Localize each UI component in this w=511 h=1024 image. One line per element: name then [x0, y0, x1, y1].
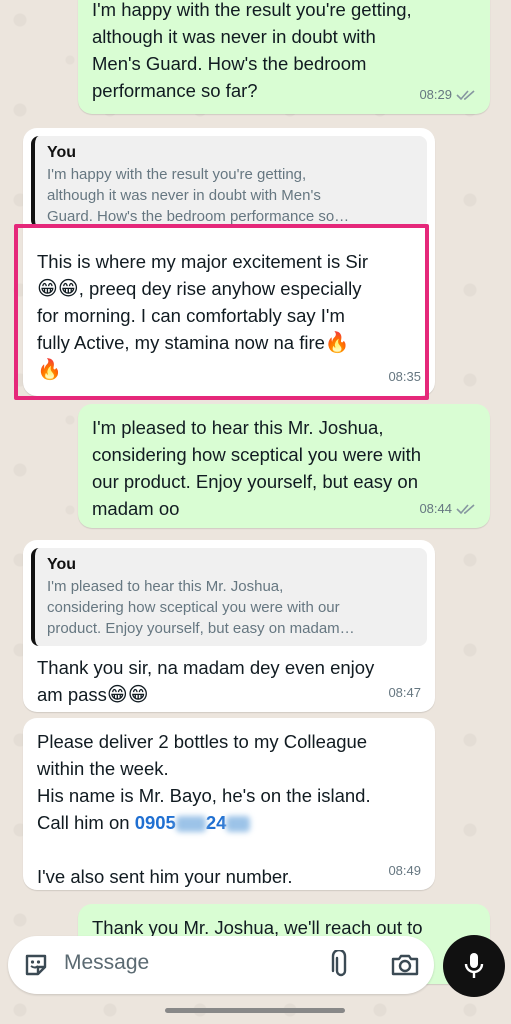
grinning-emoji: 😁: [106, 684, 128, 706]
message-meta: 08:47: [388, 679, 421, 706]
message-time: 08:29: [419, 87, 452, 102]
phone-number-link[interactable]: 0905 24: [135, 812, 251, 833]
message-text: Please deliver 2 bottles to my Colleague…: [23, 718, 435, 894]
message-meta: 08:49: [388, 857, 421, 884]
quote-text: I'm pleased to hear this Mr. Joshua, con…: [47, 578, 355, 637]
quoted-reply[interactable]: You I'm happy with the result you're get…: [31, 136, 427, 228]
message-text: This is where my major excitement is Sir…: [23, 228, 435, 387]
message-text-part: I've also sent him your number.: [37, 866, 293, 887]
grinning-emoji: 😁: [37, 278, 58, 300]
message-time: 08:49: [388, 863, 421, 878]
fire-emoji: 🔥: [324, 332, 350, 354]
message-time: 08:35: [388, 369, 421, 384]
microphone-icon: [464, 953, 484, 978]
message-composer[interactable]: Message: [8, 936, 434, 994]
message-text-part: , preeq dey rise anyhow especially for m…: [37, 278, 362, 353]
microphone-button[interactable]: [443, 935, 505, 997]
home-indicator[interactable]: [165, 1008, 345, 1013]
message-time: 08:44: [419, 501, 452, 516]
incoming-message[interactable]: You I'm pleased to hear this Mr. Joshua,…: [23, 540, 435, 712]
message-meta: 08:35: [388, 363, 421, 390]
quote-author: You: [47, 144, 77, 161]
camera-icon[interactable]: [389, 949, 421, 981]
incoming-message[interactable]: You I'm happy with the result you're get…: [23, 128, 435, 396]
message-text-part: Thank you sir, na madam dey even enjoy a…: [37, 657, 375, 705]
double-check-icon: [456, 89, 475, 100]
redacted-digits: [175, 816, 206, 833]
message-input-placeholder[interactable]: Message: [64, 951, 149, 975]
sticker-icon[interactable]: [20, 949, 52, 981]
message-meta: 08:44: [419, 495, 476, 522]
outgoing-message[interactable]: I'm happy with the result you're getting…: [78, 0, 490, 114]
redacted-digits: [226, 816, 251, 833]
quoted-reply[interactable]: You I'm pleased to hear this Mr. Joshua,…: [31, 548, 427, 646]
message-time: 08:47: [388, 685, 421, 700]
message-text-part: This is where my major excitement is Sir: [37, 251, 369, 272]
quote-author: You: [47, 556, 77, 573]
grinning-emoji: 😁: [57, 278, 79, 300]
quote-text: I'm happy with the result you're getting…: [47, 166, 350, 225]
paperclip-icon[interactable]: [325, 949, 357, 981]
message-meta: 08:29: [419, 81, 476, 108]
double-check-icon: [456, 503, 475, 514]
fire-emoji: 🔥: [37, 359, 62, 381]
outgoing-message[interactable]: I'm pleased to hear this Mr. Joshua, con…: [78, 404, 490, 528]
incoming-message[interactable]: Please deliver 2 bottles to my Colleague…: [23, 718, 435, 890]
grinning-emoji: 😁: [127, 684, 149, 706]
message-text: Thank you sir, na madam dey even enjoy a…: [23, 646, 435, 712]
